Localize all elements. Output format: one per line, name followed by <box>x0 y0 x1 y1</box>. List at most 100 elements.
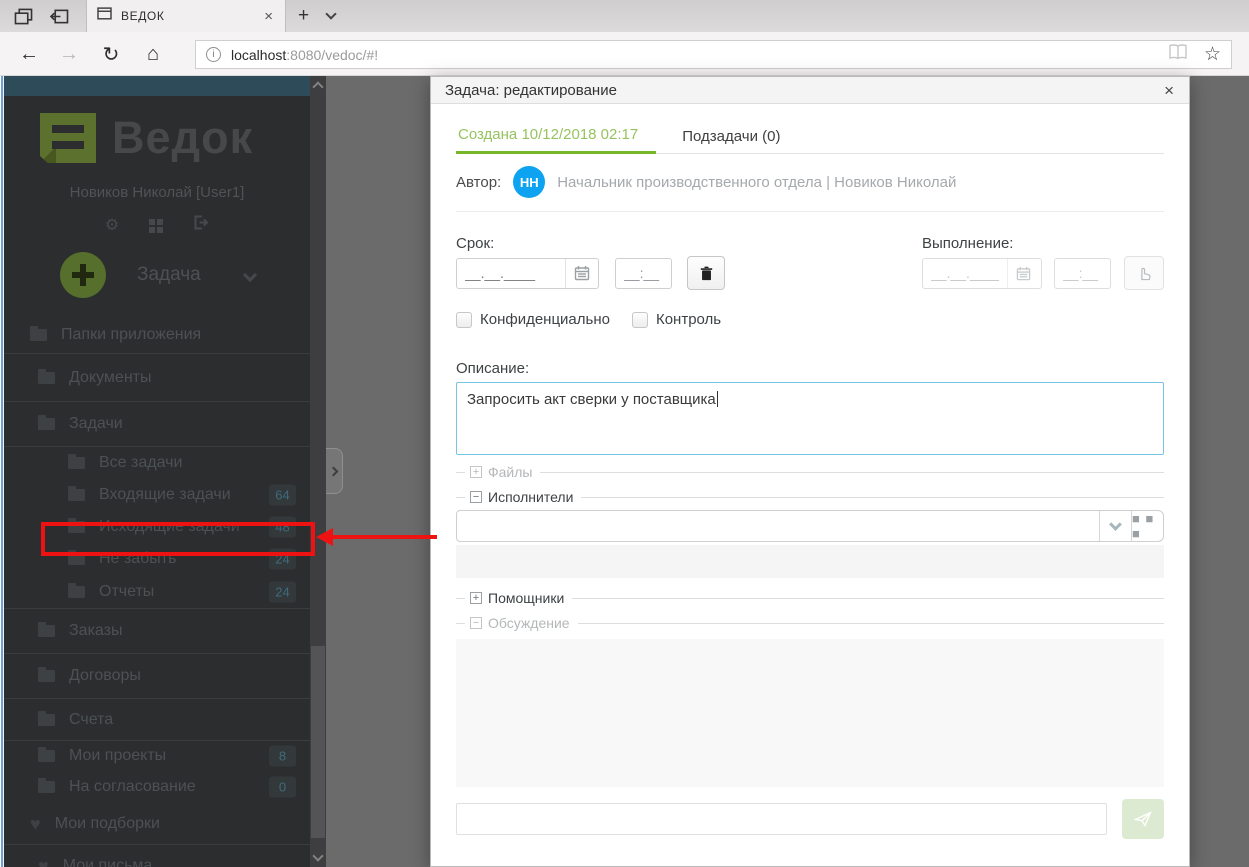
site-info-icon[interactable]: i <box>206 47 221 62</box>
author-row: Автор: НН Начальник производственного от… <box>456 166 1164 198</box>
browser-toolbar: ← → ↻ ⌂ i localhost:8080/vedoc/#! ☆ <box>0 32 1249 76</box>
back-icon[interactable]: ← <box>12 32 46 76</box>
highlight-arrow-line <box>332 535 437 539</box>
control-checkbox-group[interactable]: Контроль <box>631 311 721 328</box>
sidebar-item-my-letters[interactable]: ♥ Мои письма <box>4 845 310 867</box>
browser-tab[interactable]: ВЕДОК × <box>86 0 286 32</box>
sidebar-item-tasks[interactable]: Задачи <box>4 402 310 447</box>
new-tab-button[interactable]: + <box>286 0 321 32</box>
folder-icon <box>68 486 85 501</box>
send-message-button[interactable] <box>1122 799 1164 839</box>
forward-icon[interactable]: → <box>52 32 86 76</box>
deadline-date-field[interactable] <box>456 257 599 289</box>
deadline-group: Срок: <box>456 235 725 290</box>
sidebar-item-all-tasks[interactable]: Все задачи <box>4 447 310 479</box>
sidebar-scrollbar[interactable] <box>310 76 326 867</box>
dialog-close-icon[interactable]: × <box>1161 82 1177 99</box>
scroll-down-icon[interactable] <box>312 850 324 862</box>
executor-input[interactable] <box>457 511 1099 541</box>
sidebar-item-contracts[interactable]: Договоры <box>4 654 310 699</box>
tab-preview-icon[interactable] <box>10 3 36 29</box>
sidebar-item-invoices[interactable]: Счета <box>4 699 310 741</box>
description-textarea[interactable]: Запросить акт сверки у поставщика <box>456 382 1164 455</box>
executors-list <box>456 545 1164 578</box>
executor-browse-button[interactable]: ■ ■ ■ <box>1131 511 1163 541</box>
confidential-checkbox-group[interactable]: Конфиденциально <box>456 311 610 328</box>
calendar-icon <box>1007 258 1039 288</box>
sidebar-menu: Папки приложения Документы Задачи Все за… <box>4 317 310 867</box>
dialog-title: Задача: редактирование <box>445 81 617 99</box>
executor-combobox[interactable]: ■ ■ ■ <box>456 510 1164 542</box>
completion-time-input[interactable] <box>1054 257 1111 289</box>
add-task-button[interactable] <box>60 252 106 298</box>
highlight-arrow-head <box>316 528 333 546</box>
dialog-tabs: Создана 10/12/2018 02:17 Подзадачи (0) <box>456 120 1164 154</box>
sidebar-item-for-approval[interactable]: На согласование 0 <box>4 771 310 803</box>
logo-icon <box>40 113 96 163</box>
url-path: :8080/vedoc/#! <box>286 46 379 63</box>
complete-hand-button[interactable] <box>1124 256 1164 290</box>
helpers-section-toggle[interactable]: + Помощники <box>456 590 1164 606</box>
home-icon[interactable]: ⌂ <box>136 32 170 76</box>
scroll-up-icon[interactable] <box>312 81 324 93</box>
folder-icon <box>38 415 55 430</box>
calendar-icon[interactable] <box>565 258 598 288</box>
collapse-minus-icon[interactable]: − <box>470 491 482 503</box>
sidebar-item-my-projects[interactable]: Мои проекты 8 <box>4 741 310 771</box>
sidebar-item-my-collections[interactable]: ♥ Мои подборки <box>4 803 310 845</box>
reading-view-icon[interactable] <box>1168 44 1188 65</box>
count-badge: 24 <box>269 581 296 602</box>
set-tabs-aside-icon[interactable] <box>46 3 72 29</box>
completion-group: Выполнение: <box>922 235 1164 290</box>
create-chevron-down-icon[interactable] <box>242 267 258 283</box>
sidebar-item-incoming-tasks[interactable]: Входящие задачи 64 <box>4 479 310 511</box>
browser-tabbar: ВЕДОК × + <box>0 0 1249 32</box>
control-checkbox[interactable] <box>631 311 648 328</box>
avatar: НН <box>513 166 546 198</box>
files-section-toggle[interactable]: + Файлы <box>456 464 1164 480</box>
settings-gear-icon[interactable]: ⚙ <box>105 215 119 235</box>
folder-icon <box>30 326 47 341</box>
confidential-label: Конфиденциально <box>480 311 610 328</box>
count-badge: 0 <box>269 776 296 798</box>
completion-date-field[interactable] <box>922 257 1042 289</box>
clear-deadline-button[interactable] <box>687 256 725 290</box>
message-input[interactable] <box>456 803 1107 835</box>
favorites-star-icon[interactable]: ☆ <box>1204 43 1221 66</box>
expand-plus-icon[interactable]: + <box>470 466 482 478</box>
tab-subtasks[interactable]: Подзадачи (0) <box>680 122 782 153</box>
refresh-icon[interactable]: ↻ <box>94 32 128 76</box>
deadline-time-input[interactable] <box>615 257 672 289</box>
tab-list-dropdown-icon[interactable] <box>321 0 341 32</box>
address-bar[interactable]: i localhost:8080/vedoc/#! ☆ <box>195 40 1232 69</box>
sidebar-item-documents[interactable]: Документы <box>4 354 310 402</box>
confidential-checkbox[interactable] <box>456 311 472 328</box>
sidebar-collapse-handle[interactable] <box>326 448 343 494</box>
sidebar: Ведок Новиков Николай [User1] ⚙ Задача П… <box>4 76 310 867</box>
scrollbar-thumb[interactable] <box>311 646 325 838</box>
tab-close-icon[interactable]: × <box>260 7 277 26</box>
tab-created[interactable]: Создана 10/12/2018 02:17 <box>456 120 657 154</box>
deadline-date-input[interactable] <box>457 265 565 281</box>
collapse-minus-icon[interactable]: − <box>470 617 482 629</box>
create-task-label[interactable]: Задача <box>137 264 201 286</box>
author-label: Автор: <box>456 173 502 191</box>
sidebar-item-app-folders[interactable]: Папки приложения <box>4 317 310 354</box>
discussion-panel <box>456 639 1164 787</box>
expand-plus-icon[interactable]: + <box>470 592 482 604</box>
create-task-row: Задача <box>60 252 310 298</box>
apps-grid-icon[interactable] <box>149 218 156 225</box>
screen: ВЕДОК × + ← → ↻ ⌂ i localhost:8080/vedoc… <box>0 0 1249 867</box>
helpers-section-label: Помощники <box>488 590 565 606</box>
completion-date-input[interactable] <box>923 265 1007 281</box>
files-section-label: Файлы <box>488 464 533 480</box>
page-icon <box>97 7 112 25</box>
sidebar-item-reports[interactable]: Отчеты 24 <box>4 575 310 609</box>
discussion-section-toggle[interactable]: − Обсуждение <box>456 615 1164 631</box>
author-value: Начальник производственного отдела | Нов… <box>557 173 957 191</box>
logout-icon[interactable] <box>193 215 209 235</box>
folder-icon <box>38 778 55 793</box>
executors-section-toggle[interactable]: − Исполнители <box>456 489 1164 505</box>
combobox-chevron-down-icon[interactable] <box>1099 511 1131 541</box>
sidebar-item-orders[interactable]: Заказы <box>4 609 310 654</box>
